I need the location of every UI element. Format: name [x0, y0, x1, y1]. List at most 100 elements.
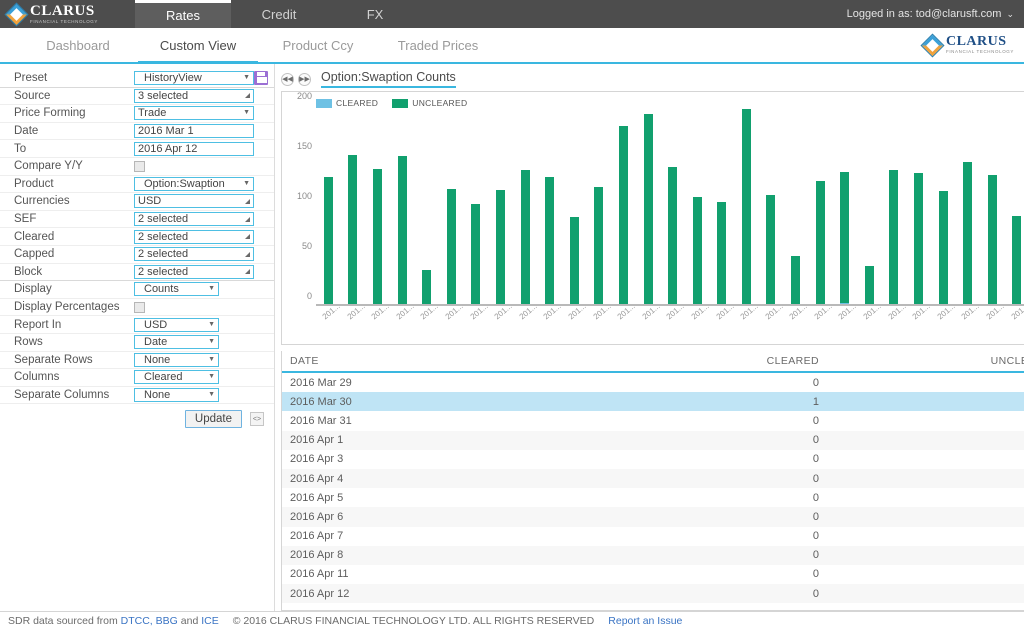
report-in-select[interactable]: USD ▼	[134, 317, 219, 332]
bar-stack[interactable]	[987, 106, 997, 304]
bar-slot[interactable]	[980, 106, 1005, 304]
bar-uncleared[interactable]	[938, 191, 948, 304]
table-row[interactable]: 2016 Apr 40135135	[282, 468, 1024, 489]
bar-slot[interactable]	[734, 106, 759, 304]
floppy-save-icon[interactable]	[254, 71, 268, 86]
bar-slot[interactable]	[488, 106, 513, 304]
bar-slot[interactable]	[513, 106, 538, 304]
bar-stack[interactable]	[471, 106, 481, 304]
asset-tab-fx[interactable]: FX	[327, 0, 423, 28]
bar-uncleared[interactable]	[668, 167, 678, 304]
bar-slot[interactable]	[365, 106, 390, 304]
bar-stack[interactable]	[840, 106, 850, 304]
bar-slot[interactable]	[808, 106, 833, 304]
bar-stack[interactable]	[766, 106, 776, 304]
bar-uncleared[interactable]	[987, 175, 997, 304]
bar-stack[interactable]	[717, 106, 727, 304]
link-dtcc[interactable]: DTCC,	[121, 615, 153, 627]
tab-product-ccy[interactable]: Product Ccy	[258, 28, 378, 62]
bar-slot[interactable]	[390, 106, 415, 304]
code-view-icon[interactable]: <>	[250, 412, 264, 427]
bar-slot[interactable]	[783, 106, 808, 304]
bar-slot[interactable]	[710, 106, 735, 304]
bar-stack[interactable]	[545, 106, 555, 304]
bar-uncleared[interactable]	[791, 256, 801, 304]
bar-uncleared[interactable]	[594, 187, 604, 304]
product-select[interactable]: Option:Swaption ▼	[134, 176, 254, 191]
table-row[interactable]: 2016 Apr 50132132	[282, 488, 1024, 507]
bar-slot[interactable]	[857, 106, 882, 304]
bar-slot[interactable]	[636, 106, 661, 304]
bar-uncleared[interactable]	[471, 204, 481, 304]
display-percentages-checkbox[interactable]	[134, 301, 145, 313]
bar-stack[interactable]	[495, 106, 505, 304]
table-row[interactable]: 2016 Apr 60114114	[282, 507, 1024, 527]
price-forming-select[interactable]: Trade ▼	[134, 106, 254, 121]
bar-stack[interactable]	[741, 106, 751, 304]
separate-columns-select[interactable]: None ▼	[134, 387, 219, 402]
bar-stack[interactable]	[889, 106, 899, 304]
column-header-uncleared[interactable]: UNCLEARED	[827, 355, 1024, 367]
bar-stack[interactable]	[963, 106, 973, 304]
tab-traded-prices[interactable]: Traded Prices	[378, 28, 498, 62]
table-row[interactable]: 2016 Mar 290112112	[282, 373, 1024, 392]
bar-uncleared[interactable]	[422, 270, 432, 304]
bar-slot[interactable]	[832, 106, 857, 304]
bar-slot[interactable]	[611, 106, 636, 304]
bar-slot[interactable]	[439, 106, 464, 304]
bar-uncleared[interactable]	[815, 181, 825, 304]
separate-rows-select[interactable]: None ▼	[134, 352, 219, 367]
bar-slot[interactable]	[906, 106, 931, 304]
bar-stack[interactable]	[372, 106, 382, 304]
bar-slot[interactable]	[414, 106, 439, 304]
compare-y-y-checkbox[interactable]	[134, 160, 145, 172]
to-input[interactable]: 2016 Apr 12	[134, 141, 254, 156]
preset-select[interactable]: HistoryView ▼	[134, 71, 254, 86]
capped-select[interactable]: 2 selected	[134, 247, 254, 262]
bar-stack[interactable]	[692, 106, 702, 304]
bar-uncleared[interactable]	[323, 177, 333, 304]
bar-uncleared[interactable]	[618, 125, 628, 304]
link-ice[interactable]: ICE	[201, 615, 219, 627]
table-row[interactable]: 2016 Apr 80130130	[282, 545, 1024, 565]
block-select[interactable]: 2 selected	[134, 264, 254, 279]
update-button[interactable]: Update	[184, 410, 242, 429]
bar-slot[interactable]	[562, 106, 587, 304]
table-row[interactable]: 2016 Apr 70143143	[282, 527, 1024, 546]
bar-slot[interactable]	[316, 106, 341, 304]
columns-select[interactable]: Cleared ▼	[134, 370, 219, 385]
cleared-select[interactable]: 2 selected	[134, 229, 254, 244]
clarus-logo[interactable]: CLARUS FINANCIAL TECHNOLOGY	[0, 0, 135, 28]
asset-tab-rates[interactable]: Rates	[135, 0, 231, 28]
bar-stack[interactable]	[446, 106, 456, 304]
bar-uncleared[interactable]	[889, 170, 899, 304]
bar-uncleared[interactable]	[963, 162, 973, 304]
table-row[interactable]: 2016 Apr 120158158	[282, 584, 1024, 604]
bar-stack[interactable]	[569, 106, 579, 304]
user-account-menu[interactable]: Logged in as: tod@clarusft.com ⌄	[847, 0, 1024, 28]
nav-first-icon[interactable]: ◀◀	[281, 72, 294, 86]
bar-stack[interactable]	[815, 106, 825, 304]
bar-slot[interactable]	[587, 106, 612, 304]
table-row[interactable]: 2016 Mar 301132133	[282, 392, 1024, 412]
bar-uncleared[interactable]	[1012, 215, 1022, 304]
asset-tab-credit[interactable]: Credit	[231, 0, 327, 28]
bar-stack[interactable]	[594, 106, 604, 304]
currencies-select[interactable]: USD	[134, 194, 254, 209]
bar-uncleared[interactable]	[717, 202, 727, 304]
bar-slot[interactable]	[537, 106, 562, 304]
bar-slot[interactable]	[660, 106, 685, 304]
bar-slot[interactable]	[685, 106, 710, 304]
bar-uncleared[interactable]	[840, 172, 850, 304]
bar-stack[interactable]	[348, 106, 358, 304]
link-bbg[interactable]: BBG	[156, 615, 178, 627]
column-header-date[interactable]: DATE	[282, 355, 612, 367]
source-select[interactable]: 3 selected	[134, 88, 254, 103]
bar-slot[interactable]	[931, 106, 956, 304]
bar-uncleared[interactable]	[545, 177, 555, 304]
bar-slot[interactable]	[882, 106, 907, 304]
report-issue-link[interactable]: Report an Issue	[608, 615, 682, 627]
bar-uncleared[interactable]	[446, 189, 456, 304]
bar-stack[interactable]	[618, 106, 628, 304]
bar-uncleared[interactable]	[741, 108, 751, 304]
